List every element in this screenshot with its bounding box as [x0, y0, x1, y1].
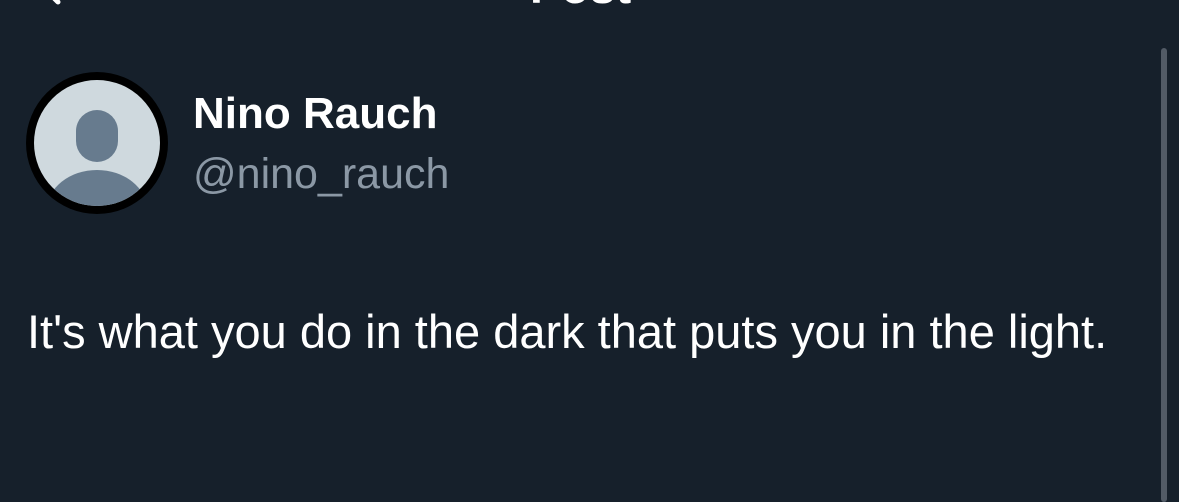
author-handle[interactable]: @nino_rauch — [193, 148, 449, 200]
default-profile-icon — [34, 80, 160, 206]
top-header: Post — [0, 0, 1179, 30]
scrollbar[interactable] — [1161, 48, 1167, 502]
author-display-name[interactable]: Nino Rauch — [193, 88, 437, 140]
back-arrow-icon[interactable] — [36, 0, 72, 6]
post-text: It's what you do in the dark that puts y… — [27, 305, 1108, 358]
header-title: Post — [530, 0, 632, 14]
avatar[interactable] — [26, 72, 168, 214]
